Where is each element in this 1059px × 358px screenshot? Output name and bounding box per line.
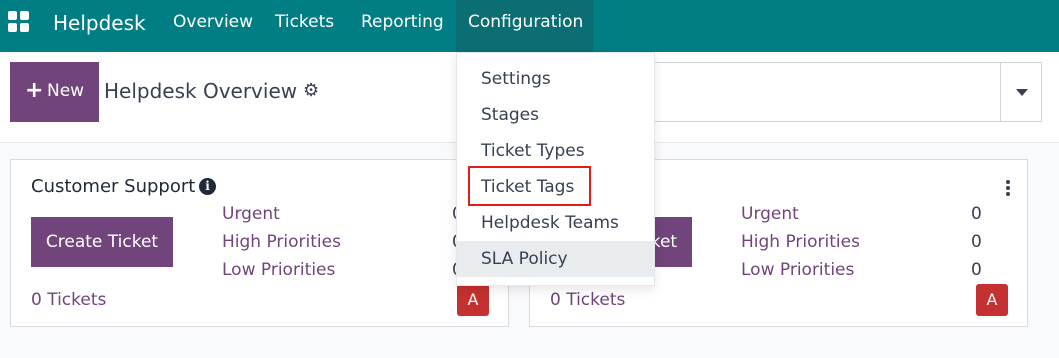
stat-high-priorities-link[interactable]: High Priorities (222, 232, 341, 252)
stat-urgent-link[interactable]: Urgent (741, 204, 799, 224)
stat-high-priorities-value: 0 (971, 232, 982, 252)
menu-item-label: SLA Policy (481, 249, 568, 269)
nav-configuration[interactable]: Configuration (456, 0, 593, 52)
tickets-count-link[interactable]: 0 Tickets (550, 290, 625, 310)
menu-item-helpdesk-teams[interactable]: Helpdesk Teams (457, 205, 654, 241)
avatar[interactable]: A (457, 284, 489, 316)
gear-icon[interactable]: ⚙ (303, 80, 319, 101)
search-options-toggle[interactable] (1000, 62, 1042, 122)
info-icon[interactable]: i (199, 178, 216, 195)
new-button[interactable]: + New (10, 62, 99, 122)
menu-item-sla-policy[interactable]: SLA Policy (457, 241, 654, 277)
team-card-title: Customer Support (31, 176, 196, 197)
stat-urgent-value: 0 (971, 204, 982, 224)
avatar[interactable]: A (976, 284, 1008, 316)
configuration-dropdown-menu: Settings Stages Ticket Types Ticket Tags… (456, 52, 655, 286)
menu-item-label: Helpdesk Teams (481, 213, 619, 233)
menu-item-settings[interactable]: Settings (457, 61, 654, 97)
create-ticket-button[interactable]: Create Ticket (31, 217, 173, 267)
search-input[interactable] (640, 62, 1001, 122)
tickets-count-link[interactable]: 0 Tickets (31, 290, 106, 310)
plus-icon: + (25, 78, 44, 103)
stat-low-priorities-link[interactable]: Low Priorities (741, 260, 854, 280)
highlight-outline (468, 166, 591, 206)
stat-high-priorities-link[interactable]: High Priorities (741, 232, 860, 252)
stat-low-priorities-link[interactable]: Low Priorities (222, 260, 335, 280)
nav-configuration-label: Configuration (468, 12, 584, 32)
nav-reporting[interactable]: Reporting (361, 12, 444, 32)
page-title: Helpdesk Overview (104, 79, 298, 103)
nav-overview[interactable]: Overview (173, 12, 253, 32)
new-button-label: New (47, 81, 85, 101)
top-navbar: Helpdesk Overview Tickets Reporting Conf… (0, 0, 1059, 52)
menu-item-stages[interactable]: Stages (457, 97, 654, 133)
stat-urgent-link[interactable]: Urgent (222, 204, 280, 224)
menu-item-label: Settings (481, 69, 551, 89)
app-brand[interactable]: Helpdesk (53, 11, 146, 35)
nav-tickets[interactable]: Tickets (275, 12, 334, 32)
menu-item-label: Ticket Types (481, 141, 585, 161)
menu-item-ticket-types[interactable]: Ticket Types (457, 133, 654, 169)
caret-down-icon (1016, 89, 1028, 96)
team-card-customer-support: Customer Support i Create Ticket Urgent … (10, 159, 509, 327)
apps-grid-icon[interactable] (8, 11, 30, 33)
menu-item-label: Stages (481, 105, 539, 125)
kebab-menu-icon[interactable] (1006, 180, 1010, 196)
stat-low-priorities-value: 0 (971, 260, 982, 280)
